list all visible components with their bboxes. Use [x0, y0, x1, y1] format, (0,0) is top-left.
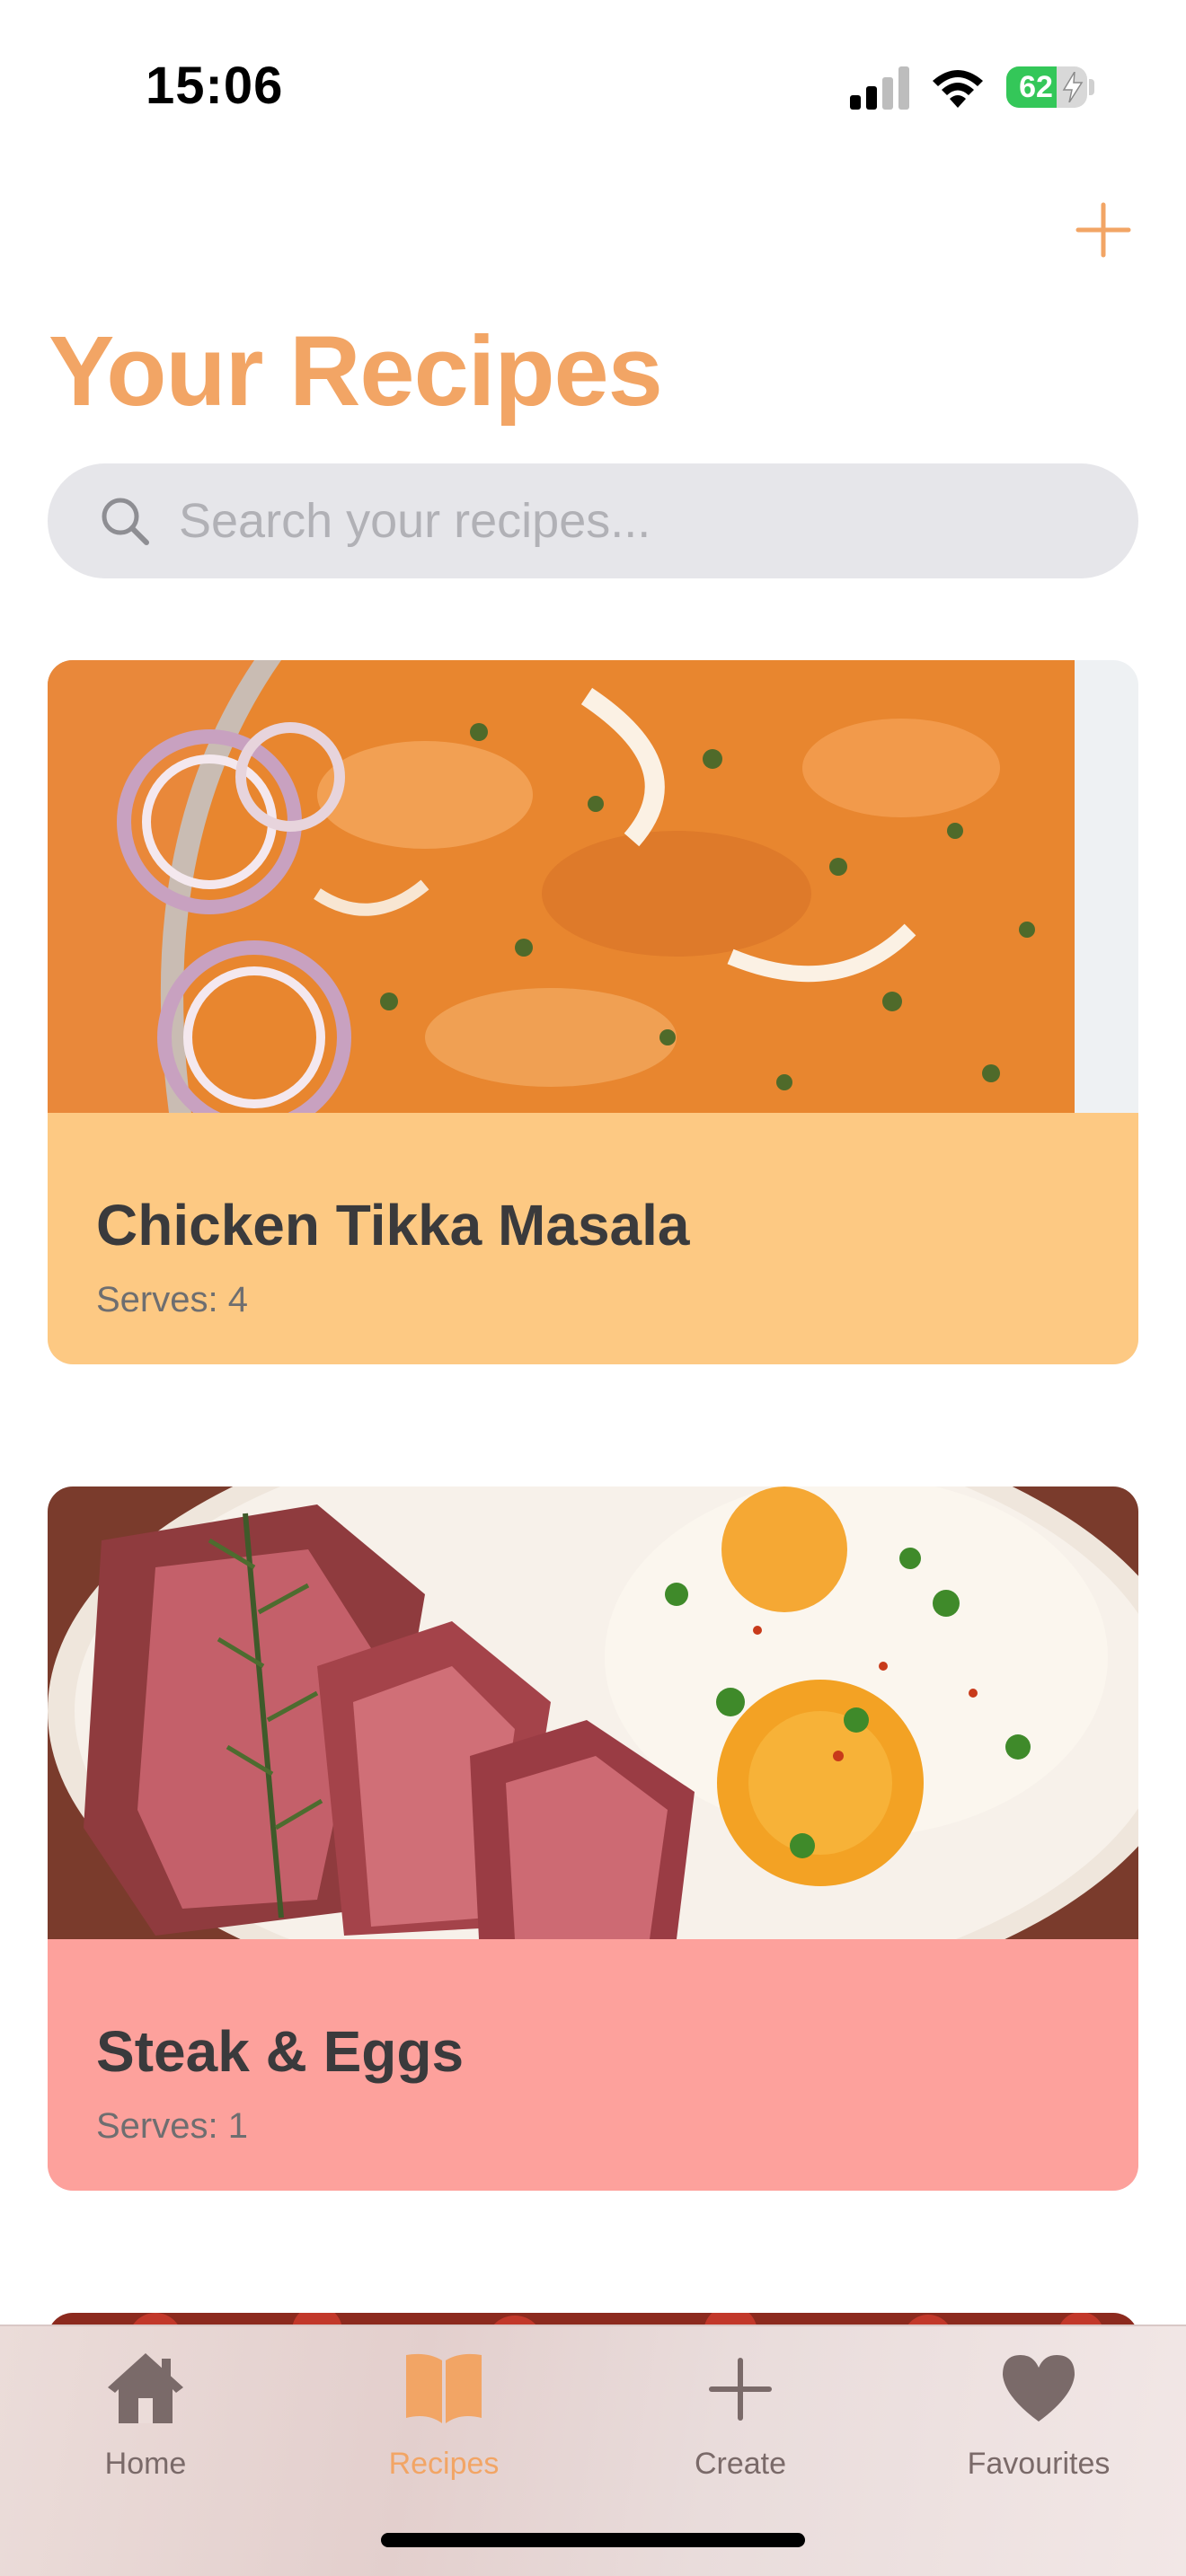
status-bar: 15:06 62: [0, 0, 1186, 171]
status-time: 15:06: [146, 57, 284, 115]
recipe-serves: Serves: 4: [96, 1280, 248, 1319]
recipe-card-footer: Steak & Eggs Serves: 1: [48, 1939, 1138, 2191]
charging-bolt-icon: [1062, 72, 1084, 102]
tab-favourites[interactable]: Favourites: [940, 2348, 1137, 2501]
recipe-image-steak-and-eggs: [48, 1486, 1138, 1939]
battery-percent: 62: [1019, 70, 1053, 104]
heart-icon: [1003, 2355, 1075, 2422]
battery-icon: 62: [1006, 66, 1087, 108]
add-recipe-button[interactable]: [1075, 201, 1132, 259]
page-title: Your Recipes: [49, 316, 663, 427]
recipe-title: Steak & Eggs: [96, 2019, 465, 2084]
recipe-card-chicken-tikka-masala[interactable]: Chicken Tikka Masala Serves: 4: [48, 660, 1138, 1364]
recipe-title: Chicken Tikka Masala: [96, 1193, 690, 1257]
book-icon: [406, 2353, 482, 2423]
tab-label: Recipes: [388, 2447, 500, 2481]
search-icon: [102, 498, 149, 545]
plus-icon: [709, 2358, 772, 2421]
recipes-screen: 15:06 62 Your Recipes Search your recipe…: [0, 0, 1186, 2576]
tab-label: Home: [104, 2447, 187, 2481]
wifi-icon: [933, 70, 983, 108]
plus-icon: [1075, 202, 1131, 258]
tab-recipes[interactable]: Recipes: [345, 2348, 543, 2501]
recipe-image-chicken-tikka-masala: [48, 660, 1075, 1113]
recipe-card-steak-and-eggs[interactable]: Steak & Eggs Serves: 1: [48, 1486, 1138, 2191]
tab-home[interactable]: Home: [47, 2348, 244, 2501]
recipe-serves: Serves: 1: [96, 2106, 248, 2146]
search-bar[interactable]: [48, 463, 1138, 578]
home-indicator: [381, 2533, 805, 2547]
battery-cap: [1089, 79, 1094, 95]
search-input[interactable]: [179, 463, 1113, 578]
signal-icon: [850, 66, 909, 110]
tab-create[interactable]: Create: [642, 2348, 839, 2501]
tab-label: Create: [694, 2447, 787, 2481]
house-icon: [108, 2353, 183, 2423]
tab-label: Favourites: [967, 2447, 1111, 2481]
recipe-card-footer: Chicken Tikka Masala Serves: 4: [48, 1113, 1138, 1364]
